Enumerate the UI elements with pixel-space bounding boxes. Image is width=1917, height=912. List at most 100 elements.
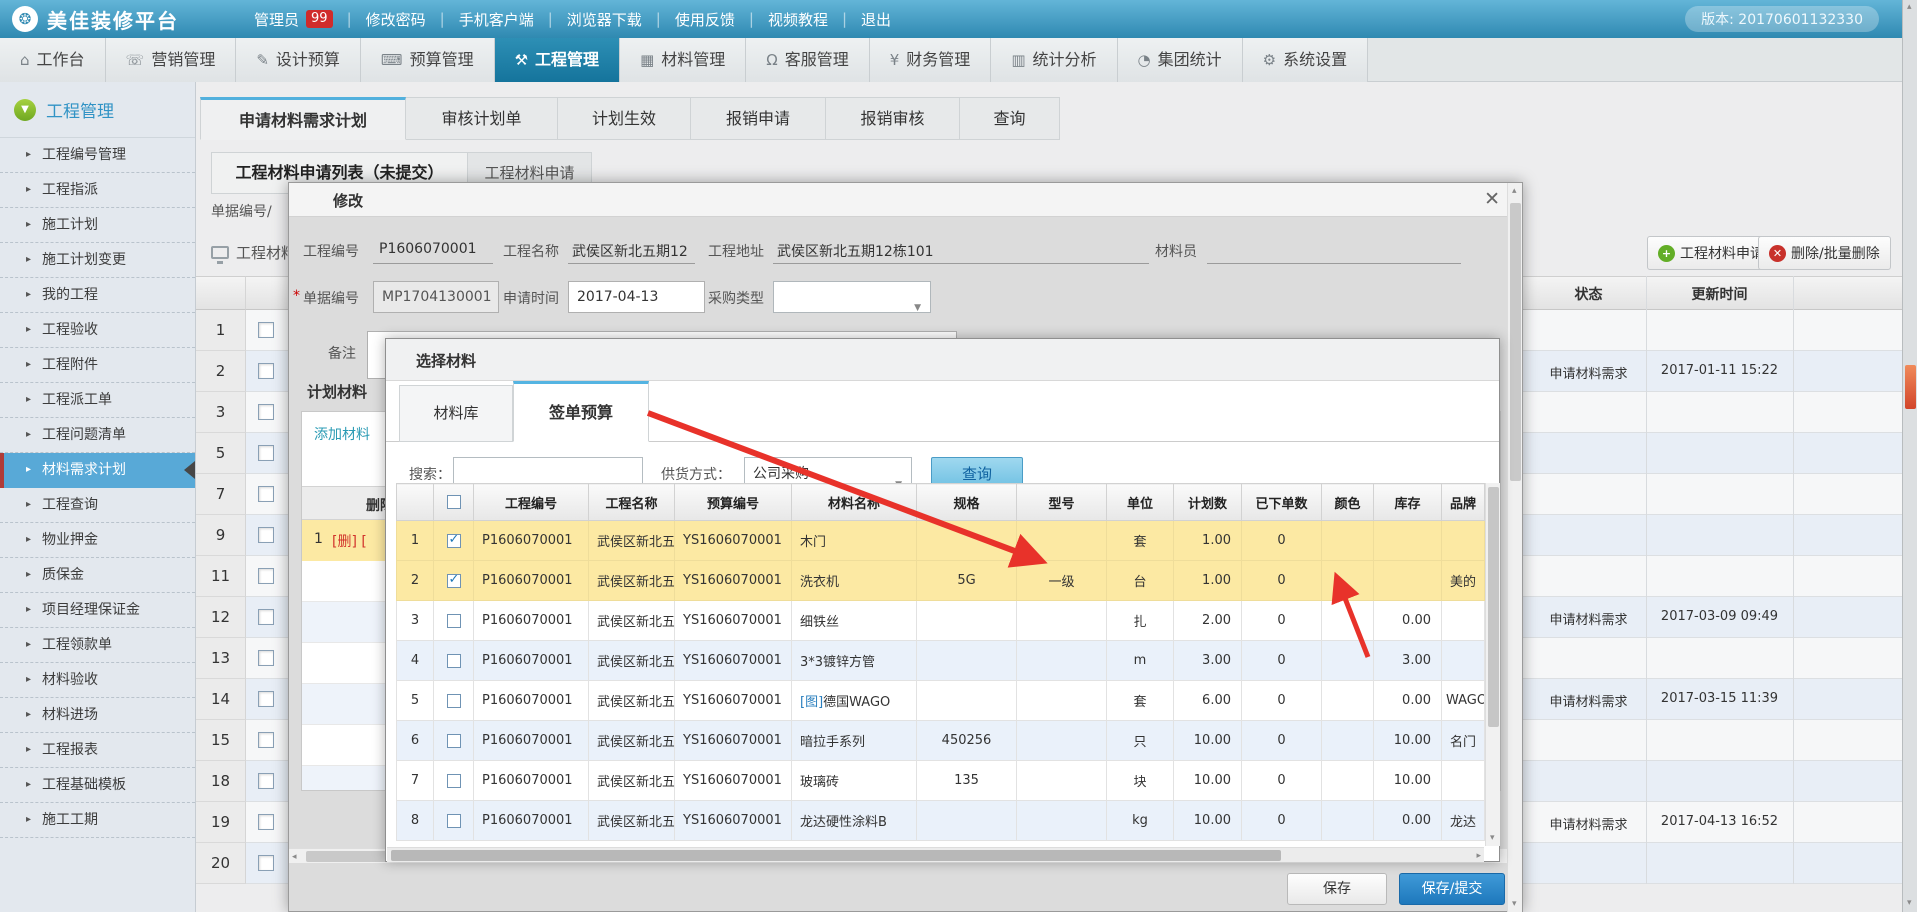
- row-checkbox[interactable]: [258, 691, 274, 707]
- picker-vscrollbar[interactable]: ▾: [1485, 483, 1500, 846]
- row-checkbox[interactable]: [258, 404, 274, 420]
- scroll-down-icon[interactable]: ▾: [1907, 898, 1912, 908]
- sidebar-item-工程基础模板[interactable]: ▸工程基础模板: [0, 768, 195, 803]
- row-checkbox[interactable]: [258, 855, 274, 871]
- tab-material-library[interactable]: 材料库: [399, 385, 513, 442]
- sidebar-item-工程编号管理[interactable]: ▸工程编号管理: [0, 138, 195, 173]
- scroll-down-icon[interactable]: ▾: [1490, 833, 1495, 843]
- delete-batch-button[interactable]: ✕ 删除/批量删除: [1758, 236, 1891, 270]
- row-checkbox[interactable]: [447, 814, 461, 828]
- tab-计划生效[interactable]: 计划生效: [558, 97, 691, 140]
- page-scrollbar[interactable]: ▴ ▾: [1902, 0, 1917, 912]
- row-checkbox[interactable]: [258, 732, 274, 748]
- topbar-link[interactable]: 浏览器下载: [567, 9, 642, 30]
- save-button[interactable]: 保存: [1287, 873, 1387, 905]
- sidebar-item-物业押金[interactable]: ▸物业押金: [0, 523, 195, 558]
- vscroll-thumb[interactable]: [1510, 203, 1521, 481]
- sidebar-item-我的工程[interactable]: ▸我的工程: [0, 278, 195, 313]
- row-checkbox[interactable]: [258, 814, 274, 830]
- nav-item-系统设置[interactable]: ⚙系统设置: [1243, 38, 1368, 82]
- row-checkbox[interactable]: [447, 734, 461, 748]
- row-checkbox[interactable]: [447, 614, 461, 628]
- row-checkbox[interactable]: [258, 609, 274, 625]
- apply-material-button[interactable]: + 工程材料申请: [1647, 236, 1775, 270]
- tab-报销审核[interactable]: 报销审核: [826, 97, 960, 140]
- scroll-up-icon[interactable]: ▴: [1907, 2, 1912, 12]
- row-checkbox[interactable]: [258, 773, 274, 789]
- scroll-right-icon[interactable]: ▸: [1476, 851, 1481, 861]
- cell-brand: 美的: [1442, 561, 1485, 601]
- sidebar-item-材料验收[interactable]: ▸材料验收: [0, 663, 195, 698]
- scroll-left-icon[interactable]: ◂: [292, 852, 297, 862]
- sidebar-item-施工计划[interactable]: ▸施工计划: [0, 208, 195, 243]
- nav-item-设计预算[interactable]: ✎设计预算: [236, 38, 361, 82]
- cell-spec: 450256: [917, 721, 1017, 761]
- tab-查询[interactable]: 查询: [960, 97, 1060, 140]
- scroll-up-icon[interactable]: ▴: [1512, 186, 1517, 196]
- sidebar-item-施工计划变更[interactable]: ▸施工计划变更: [0, 243, 195, 278]
- tab-审核计划单[interactable]: 审核计划单: [406, 97, 558, 140]
- tab-contract-budget[interactable]: 签单预算: [513, 381, 649, 442]
- row-checkbox[interactable]: [258, 650, 274, 666]
- image-link[interactable]: [图]: [800, 695, 823, 710]
- picker-hscrollbar[interactable]: ▸: [387, 847, 1484, 862]
- date-input[interactable]: 2017-04-13: [568, 281, 705, 313]
- user-label[interactable]: 管理员: [254, 9, 299, 30]
- nav-item-集团统计[interactable]: ◔集团统计: [1118, 38, 1243, 82]
- sidebar-item-工程问题清单[interactable]: ▸工程问题清单: [0, 418, 195, 453]
- sidebar-header[interactable]: ▼ 工程管理: [0, 82, 195, 138]
- tab-报销申请[interactable]: 报销申请: [691, 97, 826, 140]
- nav-item-营销管理[interactable]: ☏营销管理: [106, 38, 237, 82]
- vscroll-thumb[interactable]: [1488, 487, 1499, 727]
- nav-item-统计分析[interactable]: ▥统计分析: [991, 38, 1117, 82]
- nav-item-预算管理[interactable]: ⌨预算管理: [361, 38, 495, 82]
- hscroll-thumb[interactable]: [391, 850, 1281, 861]
- close-icon[interactable]: ✕: [1484, 188, 1500, 210]
- row-checkbox[interactable]: [258, 445, 274, 461]
- sidebar-item-工程报表[interactable]: ▸工程报表: [0, 733, 195, 768]
- topbar-link[interactable]: 使用反馈: [675, 9, 735, 30]
- row-checkbox[interactable]: [258, 568, 274, 584]
- sidebar-item-工程验收[interactable]: ▸工程验收: [0, 313, 195, 348]
- sidebar-item-施工工期[interactable]: ▸施工工期: [0, 803, 195, 838]
- sidebar-item-材料进场[interactable]: ▸材料进场: [0, 698, 195, 733]
- nav-item-材料管理[interactable]: ▦材料管理: [620, 38, 746, 82]
- topbar-link[interactable]: 修改密码: [366, 9, 426, 30]
- row-checkbox[interactable]: [447, 574, 461, 588]
- purchase-select[interactable]: ▼: [773, 281, 931, 313]
- row-checkbox[interactable]: [258, 486, 274, 502]
- topbar-link[interactable]: 手机客户端: [459, 9, 534, 30]
- nav-item-财务管理[interactable]: ¥财务管理: [870, 38, 992, 82]
- nav-item-工作台[interactable]: ⌂工作台: [0, 38, 106, 82]
- sidebar-item-工程领款单[interactable]: ▸工程领款单: [0, 628, 195, 663]
- row-number: 15: [196, 720, 246, 761]
- sidebar-item-材料需求计划[interactable]: ▸材料需求计划: [0, 453, 195, 488]
- sidebar-item-工程查询[interactable]: ▸工程查询: [0, 488, 195, 523]
- triangle-right-icon: ▸: [26, 558, 31, 592]
- scroll-down-icon[interactable]: ▾: [1512, 899, 1517, 909]
- sidebar-item-工程派工单[interactable]: ▸工程派工单: [0, 383, 195, 418]
- doc-no-input[interactable]: MP1704130001: [373, 281, 499, 313]
- row-checkbox[interactable]: [447, 774, 461, 788]
- row-checkbox[interactable]: [258, 363, 274, 379]
- topbar-link[interactable]: 退出: [861, 9, 891, 30]
- topbar-link[interactable]: 视频教程: [768, 9, 828, 30]
- row-checkbox[interactable]: [447, 694, 461, 708]
- nav-item-客服管理[interactable]: Ω客服管理: [746, 38, 869, 82]
- row-checkbox[interactable]: [258, 322, 274, 338]
- sidebar-item-工程附件[interactable]: ▸工程附件: [0, 348, 195, 383]
- save-submit-button[interactable]: 保存/提交: [1399, 873, 1505, 905]
- row-checkbox[interactable]: [258, 527, 274, 543]
- nav-item-工程管理[interactable]: ⚒工程管理: [495, 38, 620, 82]
- sidebar-item-项目经理保证金[interactable]: ▸项目经理保证金: [0, 593, 195, 628]
- row-checkbox[interactable]: [447, 534, 461, 548]
- page-scroll-thumb[interactable]: [1905, 365, 1916, 409]
- sidebar-item-工程指派[interactable]: ▸工程指派: [0, 173, 195, 208]
- modal-vscrollbar[interactable]: ▴ ▾: [1507, 183, 1522, 912]
- row-checkbox[interactable]: [447, 654, 461, 668]
- select-all-checkbox[interactable]: [447, 495, 461, 509]
- sidebar-item-质保金[interactable]: ▸质保金: [0, 558, 195, 593]
- tab-申请材料需求计划[interactable]: 申请材料需求计划: [200, 97, 406, 140]
- delete-row-link[interactable]: [删] [: [332, 531, 367, 551]
- add-material-button[interactable]: 添加材料: [314, 424, 370, 444]
